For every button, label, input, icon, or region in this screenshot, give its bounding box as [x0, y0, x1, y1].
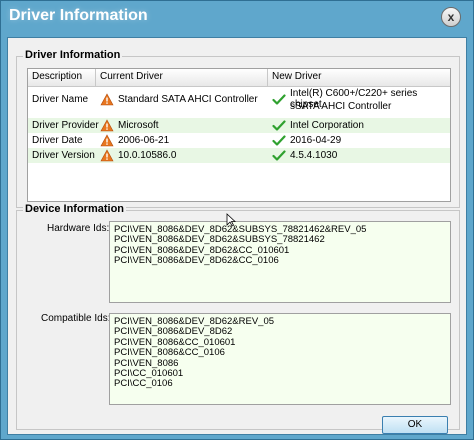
driver-row-current: 2006-06-21 — [118, 135, 170, 146]
column-header-new-driver[interactable]: New Driver — [268, 69, 452, 86]
checkmark-icon — [272, 94, 286, 105]
hardware-id-line: PCI\VEN_8086&DEV_8D62&CC_0106 — [114, 255, 279, 267]
driver-list[interactable]: Description Current Driver New Driver Dr… — [27, 68, 451, 202]
ok-button[interactable]: OK — [382, 416, 448, 434]
driver-row-description: Driver Provider — [32, 120, 99, 131]
driver-list-header: Description Current Driver New Driver — [28, 69, 450, 87]
driver-information-group: Driver Information Description Current D… — [16, 49, 460, 208]
driver-row-new-line2: sSATA AHCI Controller — [290, 101, 392, 112]
driver-row[interactable]: Driver Name Standard SATA AHCI Controller… — [28, 87, 450, 118]
driver-row[interactable]: Driver Version 10.0.10586.0 4.5.4.1030 — [28, 148, 450, 163]
driver-row[interactable]: Driver Provider Microsoft Intel Corporatio… — [28, 118, 450, 133]
driver-row-description: Driver Name — [32, 94, 89, 105]
hardware-ids-label: Hardware Ids: — [47, 223, 110, 234]
warning-icon — [100, 149, 114, 162]
driver-row-description: Driver Version — [32, 150, 95, 161]
driver-row-current: Microsoft — [118, 120, 159, 131]
compatible-id-line: PCI\CC_0106 — [114, 378, 173, 390]
title-bar[interactable]: Driver Information x — [1, 1, 473, 36]
compatible-ids-textarea[interactable]: PCI\VEN_8086&DEV_8D62&REV_05 PCI\VEN_8086… — [109, 313, 451, 405]
column-header-description[interactable]: Description — [28, 69, 96, 86]
device-information-title: Device Information — [23, 203, 127, 215]
driver-row-description: Driver Date — [32, 135, 83, 146]
warning-icon — [100, 93, 114, 106]
checkmark-icon — [272, 135, 286, 146]
driver-row-new: Intel Corporation — [290, 120, 364, 131]
driver-row-current: Standard SATA AHCI Controller — [118, 94, 258, 105]
driver-row[interactable]: Driver Date 2006-06-21 2016-04-29 — [28, 133, 450, 148]
close-icon: x — [447, 10, 455, 24]
dialog-window: Driver Information x Driver Information … — [0, 0, 474, 440]
warning-icon — [100, 134, 114, 147]
column-header-current-driver[interactable]: Current Driver — [96, 69, 268, 86]
checkmark-icon — [272, 120, 286, 131]
driver-row-new: 4.5.4.1030 — [290, 150, 338, 161]
warning-icon — [100, 119, 114, 132]
device-information-group: Device Information Hardware Ids: PCI\VEN… — [16, 203, 460, 430]
window-title: Driver Information — [9, 7, 148, 24]
mouse-cursor-icon — [226, 213, 236, 227]
driver-information-title: Driver Information — [23, 49, 123, 61]
close-button[interactable]: x — [441, 7, 461, 27]
dialog-client-area: Driver Information Description Current D… — [7, 37, 467, 435]
driver-row-current: 10.0.10586.0 — [118, 150, 177, 161]
hardware-ids-textarea[interactable]: PCI\VEN_8086&DEV_8D62&SUBSYS_78821462&RE… — [109, 221, 451, 303]
checkmark-icon — [272, 150, 286, 161]
compatible-ids-label: Compatible Ids: — [41, 313, 111, 324]
driver-row-new: 2016-04-29 — [290, 135, 342, 146]
